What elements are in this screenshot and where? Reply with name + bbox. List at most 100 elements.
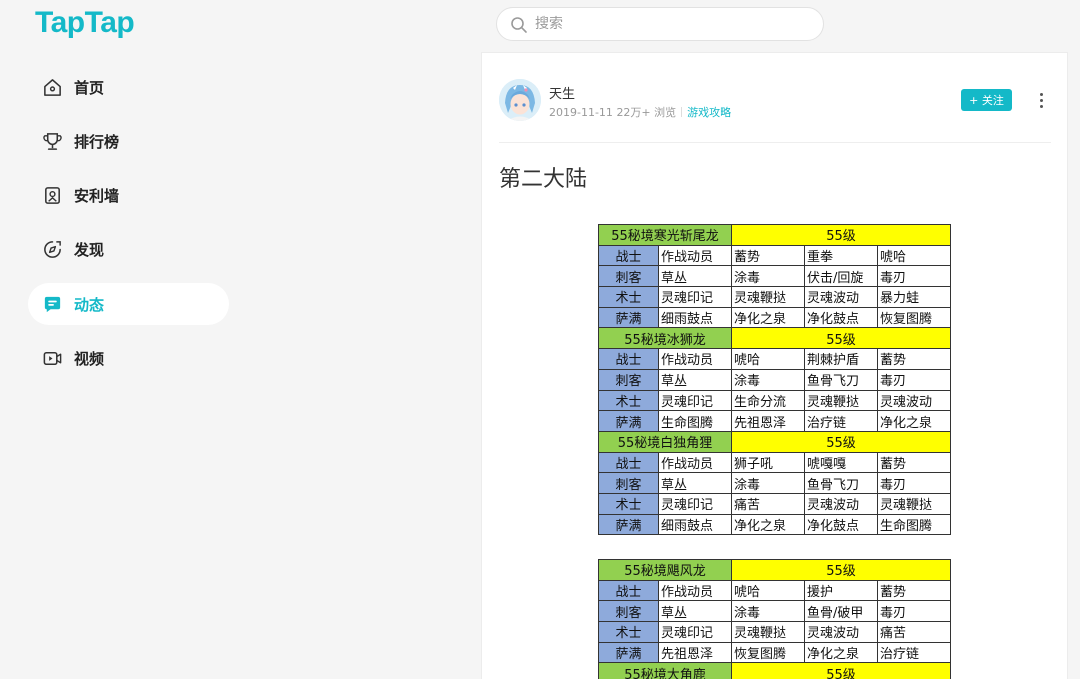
class-cell: 萨满 [598, 513, 659, 536]
author-name[interactable]: 天生 [549, 83, 575, 102]
table-row: 战士 作战动员 唬哈 荆棘护盾 蓄势 [598, 348, 951, 370]
skill-cell: 生命图腾 [877, 513, 951, 536]
boss-level: 55级 [731, 430, 951, 453]
skill-cell: 净化之泉 [731, 513, 805, 536]
search-icon [511, 17, 527, 33]
table-row: 萨满 先祖恩泽 恢复图腾 净化之泉 治疗链 [598, 641, 951, 664]
skill-cell: 净化鼓点 [804, 513, 878, 536]
table-row: 术士 灵魂印记 灵魂鞭挞 灵魂波动 痛苦 [598, 621, 951, 643]
sidebar-item-label: 排行榜 [74, 132, 120, 151]
sidebar-item-recommend-wall[interactable]: 安利墙 [28, 175, 229, 217]
skill-cell: 蓄势 [731, 244, 805, 267]
skill-cell: 狮子吼 [731, 451, 805, 474]
table-row: 战士 作战动员 狮子吼 唬嘎嘎 蓄势 [598, 451, 951, 474]
class-cell: 刺客 [598, 265, 659, 288]
skill-cell: 灵魂波动 [804, 621, 878, 643]
divider [499, 142, 1051, 143]
sidebar-nav: 首页 排行榜 安利墙 发现 动态 视频 [28, 66, 229, 392]
skill-cell: 细雨鼓点 [658, 306, 732, 329]
chat-icon [41, 293, 63, 315]
skill-cell: 治疗链 [877, 641, 951, 664]
search-bar[interactable] [496, 7, 824, 41]
skill-cell: 先祖恩泽 [658, 641, 732, 664]
class-cell: 萨满 [598, 410, 659, 432]
sidebar-item-label: 视频 [74, 349, 105, 368]
table-row: 术士 灵魂印记 生命分流 灵魂鞭挞 灵魂波动 [598, 389, 951, 412]
skill-cell: 净化鼓点 [804, 306, 878, 329]
skill-cell: 灵魂鞭挞 [731, 621, 805, 643]
skill-cell: 蓄势 [877, 451, 951, 474]
trophy-icon [41, 130, 63, 152]
skill-cell: 涂毒 [731, 265, 805, 288]
table-row: 战士 作战动员 蓄势 重拳 唬哈 [598, 244, 951, 267]
sidebar-item-ranking[interactable]: 排行榜 [28, 120, 229, 162]
category-tag[interactable]: 游戏攻略 [687, 104, 731, 120]
table-row: 萨满 细雨鼓点 净化之泉 净化鼓点 生命图腾 [598, 513, 951, 536]
skill-cell: 灵魂印记 [658, 389, 732, 412]
skill-cell: 作战动员 [658, 348, 732, 370]
taptap-logo[interactable]: TapTap [35, 6, 135, 40]
boss-level: 55级 [731, 559, 951, 581]
post-card: 天生 2019-11-11 22万+ 浏览 游戏攻略 + 关注 第二大陆 55秘… [481, 52, 1068, 679]
class-cell: 萨满 [598, 641, 659, 664]
skill-cell: 先祖恩泽 [731, 410, 805, 432]
table-row: 刺客 草丛 涂毒 鱼骨飞刀 毒刃 [598, 472, 951, 494]
class-cell: 刺客 [598, 368, 659, 391]
skill-cell: 恢复图腾 [877, 306, 951, 329]
follow-button[interactable]: + 关注 [961, 89, 1012, 111]
sidebar-item-feed[interactable]: 动态 [28, 283, 229, 326]
skill-cell: 灵魂波动 [877, 389, 951, 412]
skill-cell: 唬哈 [731, 579, 805, 602]
author-row: 天生 2019-11-11 22万+ 浏览 游戏攻略 + 关注 [499, 79, 1051, 123]
skill-cell: 荆棘护盾 [804, 348, 878, 370]
class-cell: 战士 [598, 244, 659, 267]
boss-skill-table: 55秘境飓风龙 55级 战士 作战动员 唬哈 援护 蓄势 刺客 草丛 涂毒 鱼骨/破甲 毒刃 术士 灵魂印… [598, 559, 951, 679]
video-icon [41, 347, 63, 369]
skill-cell: 恢复图腾 [731, 641, 805, 664]
boss-level: 55级 [731, 662, 951, 679]
sidebar-item-label: 发现 [74, 241, 105, 260]
skill-cell: 生命分流 [731, 389, 805, 412]
sidebar-item-label: 首页 [74, 78, 105, 97]
skill-cell: 毒刃 [877, 368, 951, 391]
skill-cell: 涂毒 [731, 368, 805, 391]
sidebar-item-video[interactable]: 视频 [28, 337, 229, 379]
sidebar-item-discover[interactable]: 发现 [28, 229, 229, 271]
skill-cell: 草丛 [658, 600, 732, 623]
skill-cell: 援护 [804, 579, 878, 602]
skill-cell: 作战动员 [658, 579, 732, 602]
skill-cell: 唬哈 [877, 244, 951, 267]
skill-cell: 蓄势 [877, 348, 951, 370]
skill-cell: 唬嘎嘎 [804, 451, 878, 474]
search-input[interactable] [535, 8, 805, 40]
table-row: 萨满 细雨鼓点 净化之泉 净化鼓点 恢复图腾 [598, 306, 951, 329]
skill-cell: 治疗链 [804, 410, 878, 432]
class-cell: 术士 [598, 389, 659, 412]
class-cell: 战士 [598, 348, 659, 370]
boss-name: 55秘境飓风龙 [598, 559, 732, 581]
skill-cell: 痛苦 [731, 492, 805, 515]
boss-header-row: 55秘境大角鹿 55级 [598, 662, 951, 679]
boss-header-row: 55秘境飓风龙 55级 [598, 559, 951, 581]
table-row: 术士 灵魂印记 灵魂鞭挞 灵魂波动 暴力蛙 [598, 286, 951, 308]
badge-icon [41, 185, 63, 207]
sidebar-item-home[interactable]: 首页 [28, 66, 229, 108]
table-row: 战士 作战动员 唬哈 援护 蓄势 [598, 579, 951, 602]
home-icon [41, 76, 63, 98]
skill-cell: 灵魂波动 [804, 286, 878, 308]
sidebar-item-label: 动态 [74, 295, 105, 314]
table-row: 萨满 生命图腾 先祖恩泽 治疗链 净化之泉 [598, 410, 951, 432]
post-title: 第二大陆 [499, 167, 588, 192]
skill-cell: 灵魂波动 [804, 492, 878, 515]
class-cell: 术士 [598, 286, 659, 308]
skill-cell: 鱼骨飞刀 [804, 368, 878, 391]
boss-header-row: 55秘境白独角狸 55级 [598, 430, 951, 453]
boss-header-row: 55秘境寒光斩尾龙 55级 [598, 224, 951, 246]
avatar[interactable] [499, 79, 541, 121]
meta-separator [681, 107, 683, 117]
skill-cell: 净化之泉 [804, 641, 878, 664]
more-options-icon[interactable] [1031, 90, 1051, 110]
skill-cell: 唬哈 [731, 348, 805, 370]
class-cell: 刺客 [598, 472, 659, 494]
table-row: 刺客 草丛 涂毒 鱼骨/破甲 毒刃 [598, 600, 951, 623]
